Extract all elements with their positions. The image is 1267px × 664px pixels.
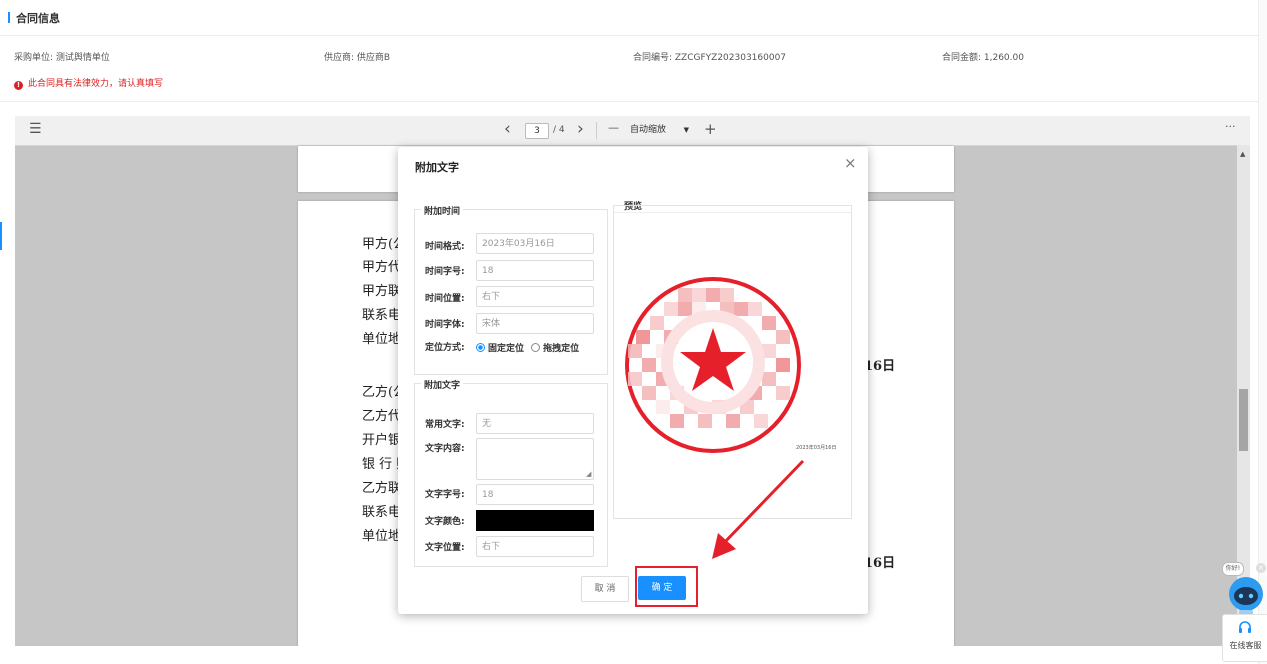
page-line: 联系电 (362, 505, 402, 520)
radio-drag-label: 拖拽定位 (543, 344, 580, 354)
page-line: 单位地 (362, 529, 402, 544)
contract-number-info: 合同编号: ZZCGFYZ202303160007 (633, 53, 787, 63)
warning-icon: ! (14, 81, 23, 90)
radio-fixed[interactable]: 固定定位 (476, 343, 525, 354)
prev-page-button[interactable]: ‹ (504, 119, 511, 139)
party-b-date: 16日 (864, 556, 896, 571)
time-format-input[interactable]: 2023年03月16日 (476, 233, 594, 254)
time-position-select[interactable]: 右下 (476, 286, 594, 307)
service-label: 在线客服 (1229, 641, 1262, 650)
time-size-input[interactable]: 18 (476, 260, 594, 281)
text-color-picker[interactable] (476, 510, 594, 531)
page-line: 乙方联 (362, 481, 402, 496)
locate-method-label: 定位方式: (425, 343, 465, 353)
zoom-in-button[interactable]: + (704, 120, 717, 138)
online-service-widget[interactable]: 在线客服 (1222, 614, 1267, 662)
left-edge-indicator (0, 222, 2, 250)
resize-handle-icon[interactable]: ◢ (586, 470, 591, 478)
time-font-select[interactable]: 宋体 (476, 313, 594, 334)
divider (0, 35, 1260, 36)
page-line: 乙方代 (362, 409, 402, 424)
scroll-up-icon[interactable]: ▲ (1240, 150, 1245, 158)
text-content-label: 文字内容: (425, 444, 465, 454)
viewer-scroll-thumb[interactable] (1239, 389, 1248, 451)
toolbar-separator (596, 122, 597, 139)
page-total: / 4 (553, 125, 565, 135)
dialog-title: 附加文字 (415, 161, 459, 174)
divider (0, 101, 1260, 102)
locate-method-radios: 固定定位 拖拽定位 (476, 341, 579, 354)
robot-avatar-icon[interactable] (1226, 575, 1266, 615)
pdf-toolbar: ☰ ‹ 3 / 4 › — 自动缩放 ▼ + ··· (15, 116, 1250, 146)
page-line: 开户银 (362, 433, 402, 448)
text-content-textarea[interactable] (476, 438, 594, 480)
zoom-out-button[interactable]: — (608, 121, 619, 134)
common-text-label: 常用文字: (425, 420, 465, 430)
text-section-title: 附加文字 (421, 378, 464, 391)
text-size-input[interactable]: 18 (476, 484, 594, 505)
service-close-icon[interactable]: × (1256, 563, 1266, 573)
text-color-label: 文字颜色: (425, 517, 465, 527)
page-line: 单位地 (362, 332, 402, 347)
close-icon[interactable]: × (844, 154, 857, 172)
time-section-title: 附加时间 (421, 204, 464, 217)
page-line: 联系电 (362, 308, 402, 323)
zoom-select[interactable]: 自动缩放 ▼ (627, 123, 692, 138)
warning-text: 此合同具有法律效力，请认真填写 (28, 79, 164, 89)
page-number-input[interactable]: 3 (525, 123, 549, 139)
stamp-image (625, 277, 801, 453)
page-line: 甲方联 (362, 284, 402, 299)
preview-date-text: 2023年03月16日 (796, 445, 837, 451)
time-format-label: 时间格式: (425, 242, 465, 252)
section-title: 合同信息 (8, 10, 60, 26)
text-position-select[interactable]: 右下 (476, 536, 594, 557)
zoom-value: 自动缩放 (630, 125, 667, 135)
radio-fixed-label: 固定定位 (488, 344, 525, 354)
annotation-arrow-icon (712, 459, 805, 559)
radio-unchecked-icon[interactable] (531, 343, 541, 352)
radio-checked-icon[interactable] (476, 343, 485, 352)
supplier-info: 供应商: 供应商B (324, 53, 391, 63)
radio-drag[interactable]: 拖拽定位 (531, 343, 580, 354)
next-page-button[interactable]: › (577, 119, 584, 139)
sidebar-toggle-icon[interactable]: ☰ (29, 121, 42, 137)
party-a-date: 16日 (864, 359, 896, 374)
text-position-label: 文字位置: (425, 543, 465, 553)
contract-amount-info: 合同金额: 1,260.00 (942, 53, 1024, 63)
time-font-label: 时间字体: (425, 320, 465, 330)
headset-icon (1239, 621, 1251, 633)
service-bubble: 你好! (1222, 562, 1244, 576)
chevron-down-icon: ▼ (683, 126, 689, 134)
text-size-label: 文字字号: (425, 490, 465, 500)
text-fieldset: 附加文字 常用文字: 无 文字内容: ◢ 文字字号: 18 文字颜色: 文字位置… (414, 378, 608, 567)
time-fieldset: 附加时间 时间格式: 2023年03月16日 时间字号: 18 时间位置: 右下… (414, 204, 608, 375)
cancel-button[interactable]: 取 消 (581, 576, 629, 602)
purchaser-info: 采购单位: 测试舆情单位 (14, 53, 110, 63)
legal-warning: ! 此合同具有法律效力，请认真填写 (14, 76, 163, 90)
more-options-icon[interactable]: ··· (1225, 120, 1236, 133)
common-text-select[interactable]: 无 (476, 413, 594, 434)
time-position-label: 时间位置: (425, 294, 465, 304)
time-size-label: 时间字号: (425, 267, 465, 277)
page-line: 甲方代 (362, 260, 402, 275)
confirm-highlight-box (635, 566, 698, 607)
preview-divider (614, 212, 851, 213)
